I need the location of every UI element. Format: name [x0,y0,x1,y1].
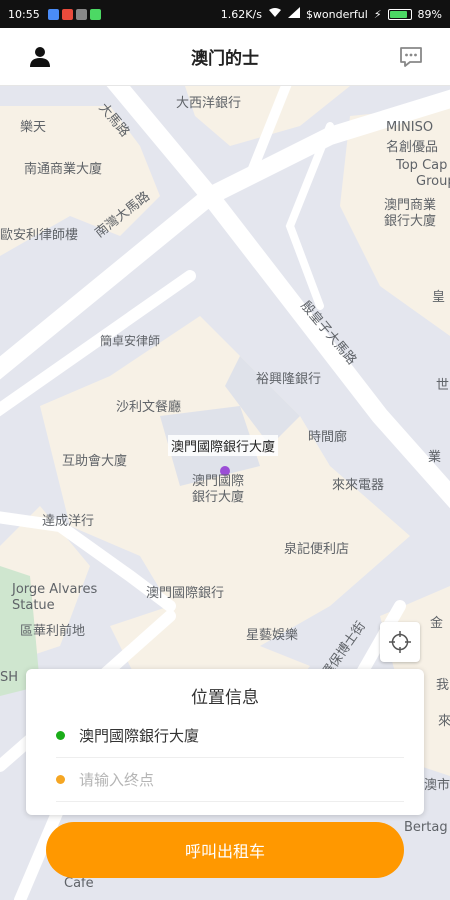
battery-percent: 89% [417,7,442,21]
status-bar: 10:55 1.62K/s $wonderful ⚡ 89% [0,0,450,28]
map-label: 樂天 [20,120,47,135]
map-label: MINISO [386,120,434,135]
network-speed: 1.62K/s [220,7,262,21]
map-label: SH [0,670,19,685]
destination-input[interactable] [79,770,379,789]
map-label: 澳市 [424,778,450,793]
map-label: Statue [12,598,55,613]
map-label: 來來電器 [332,478,385,493]
map-label: 我 [436,678,450,693]
user-icon[interactable] [28,45,52,69]
battery-fill [389,10,408,18]
map-label: 澳門國際銀行 [146,586,225,601]
map-label: 銀行大廈 [192,490,245,505]
location-card-title: 位置信息 [191,688,259,708]
map-label: 區華利前地 [20,624,86,639]
map-label: 沙利文餐廳 [116,400,182,415]
charging-icon: ⚡ [373,7,382,21]
page-title: 澳门的士 [191,49,259,69]
map-label: 金 [430,616,444,631]
map-label: Top Cap [396,158,448,173]
start-location-row[interactable]: 澳門國際銀行大廈 [56,714,404,758]
signal-icon [287,7,300,21]
map-label: 名創優品 [386,140,439,155]
status-time: 10:55 [8,7,40,21]
locate-button[interactable] [380,622,420,662]
map-label: 業 [428,450,442,465]
destination-dot-icon [56,775,65,784]
map-label: Group [416,174,450,189]
battery-icon [387,8,412,20]
start-location: 澳門國際銀行大廈 [79,727,200,745]
notification-icons [47,8,101,20]
map-label: 裕興隆銀行 [256,372,322,387]
map-label-highlight: 澳門國際銀行大廈 [168,435,279,456]
destination-row[interactable] [56,758,404,802]
app-bar: 澳门的士 [0,28,450,86]
map-label: 星藝娛樂 [246,628,299,643]
map-label: 歐安利律師樓 [0,228,79,243]
location-card: 位置信息 澳門國際銀行大廈 [26,669,424,815]
map-label: 簡卓安律師 [100,334,161,348]
map-label: 泉記便利店 [284,542,350,557]
map-label: Cafe [64,876,94,891]
map-label: 達成洋行 [42,514,95,529]
map-label: 互助會大廈 [62,454,128,469]
map-label: 南通商業大廈 [24,162,103,177]
map-label: Jorge Alvares [12,582,98,597]
map-label: 皇 [432,290,446,305]
map-label: 來 [438,714,450,729]
wifi-icon [268,7,282,21]
carrier-name: $wonderful [305,7,368,21]
map-label: 大西洋銀行 [176,96,242,111]
crosshair-icon [389,631,411,653]
map-label: 時間廊 [308,430,348,445]
message-icon[interactable] [398,45,424,69]
map-label: Bertag [404,820,448,835]
map-label: 銀行大廈 [384,214,437,229]
map-label: 世 [436,378,450,393]
start-dot-icon [56,731,65,740]
call-taxi-button[interactable]: 呼叫出租车 [46,822,404,878]
